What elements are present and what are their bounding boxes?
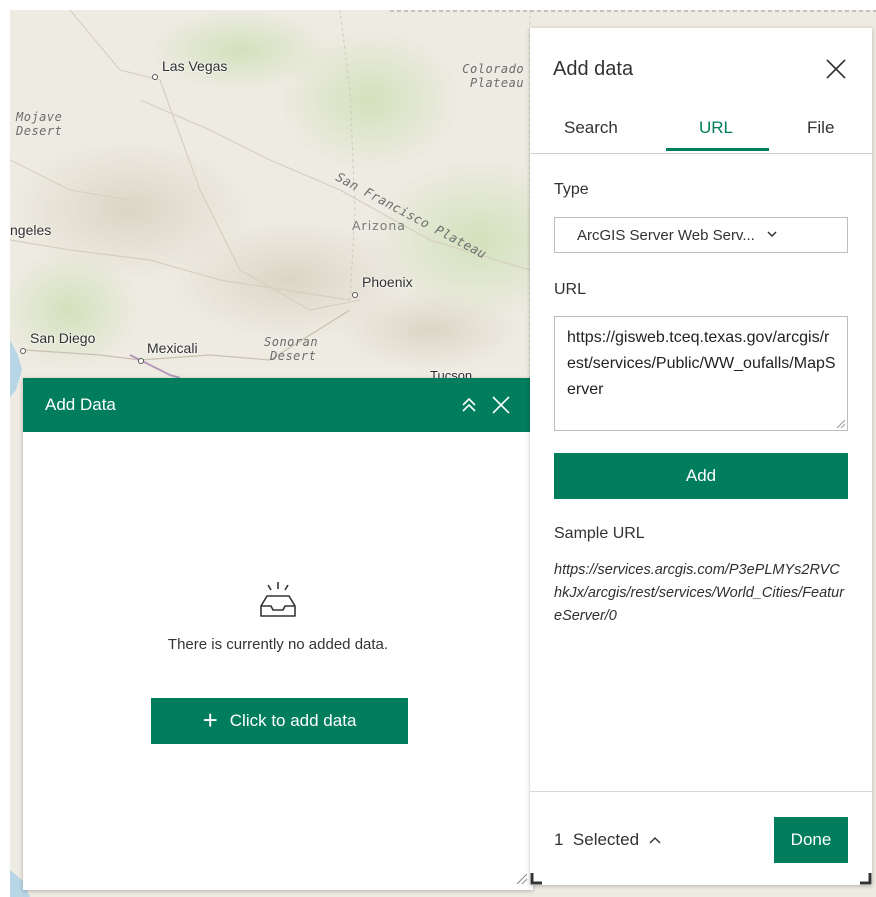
sample-url-text: https://services.arcgis.com/P3ePLMYs2RVC… xyxy=(554,562,845,624)
chevron-down-icon xyxy=(767,229,777,241)
city-label-los-angeles: ngeles xyxy=(10,222,52,238)
collapse-button[interactable] xyxy=(457,393,481,417)
region-label-sonoran: Sonoran Desert xyxy=(264,335,318,363)
san-diego-marker xyxy=(20,348,26,354)
add-button[interactable]: Add xyxy=(554,453,848,499)
type-label: Type xyxy=(554,181,589,198)
type-select[interactable]: ArcGIS Server Web Serv... xyxy=(554,217,848,253)
empty-inbox-icon xyxy=(260,582,296,617)
close-icon xyxy=(492,396,510,414)
widget-title: Add Data xyxy=(45,395,116,414)
selected-count: 1 Selected xyxy=(554,830,640,849)
empty-message: There is currently no added data. xyxy=(167,636,389,653)
panel-footer: 1 Selected Done xyxy=(530,791,872,886)
double-chevron-up-icon xyxy=(462,397,476,412)
city-label-mexicali: Mexicali xyxy=(147,340,198,356)
sample-url-label: Sample URL xyxy=(554,525,645,542)
widget-close-button[interactable] xyxy=(489,393,513,417)
tab-file[interactable]: File xyxy=(807,118,834,138)
corner-bracket-icon xyxy=(860,873,872,885)
selected-toggle[interactable]: 1 Selected xyxy=(554,830,661,850)
panel-close-icon[interactable] xyxy=(823,56,849,82)
corner-bracket-icon xyxy=(530,873,542,885)
tab-url[interactable]: URL xyxy=(699,118,733,138)
phoenix-marker xyxy=(352,292,358,298)
mexicali-marker xyxy=(138,358,144,364)
url-textarea[interactable]: https://gisweb.tceq.texas.gov/arcgis/res… xyxy=(554,316,848,431)
type-select-value: ArcGIS Server Web Serv... xyxy=(577,226,755,244)
city-label-san-diego: San Diego xyxy=(30,330,96,346)
region-label-line: Mojave xyxy=(16,110,63,124)
region-label-mojave: Mojave Desert xyxy=(16,110,62,138)
chevron-up-icon xyxy=(649,837,661,844)
city-label-phoenix: Phoenix xyxy=(362,274,413,290)
state-label-arizona: Arizona xyxy=(352,218,406,233)
resize-handle-icon[interactable] xyxy=(517,874,527,884)
active-tab-indicator xyxy=(666,148,769,151)
region-label-line: Sonoran xyxy=(264,335,319,349)
add-data-button-label: Click to add data xyxy=(229,711,357,730)
click-to-add-data-button[interactable]: + Click to add data xyxy=(151,698,408,744)
city-label-las-vegas: Las Vegas xyxy=(162,58,228,74)
add-data-panel: Add data Search URL File Type ArcGIS Ser… xyxy=(530,28,872,885)
textarea-resize-icon[interactable] xyxy=(836,419,845,428)
panel-title: Add data xyxy=(553,58,634,80)
widget-header: Add Data xyxy=(23,378,533,432)
region-label-colorado-plateau: Colorado Plateau xyxy=(462,62,524,90)
done-button[interactable]: Done xyxy=(774,817,848,863)
region-label-line: Desert xyxy=(270,349,317,363)
las-vegas-marker xyxy=(152,74,158,80)
region-label-line: Desert xyxy=(16,124,63,138)
region-label-line: Plateau xyxy=(470,76,525,90)
empty-state: There is currently no added data. xyxy=(23,578,533,653)
plus-icon: + xyxy=(202,704,218,735)
url-label: URL xyxy=(554,281,587,298)
tab-search[interactable]: Search xyxy=(564,118,618,138)
add-data-widget: Add Data There is currently no added dat… xyxy=(23,378,533,890)
region-label-line: Colorado xyxy=(462,62,525,76)
